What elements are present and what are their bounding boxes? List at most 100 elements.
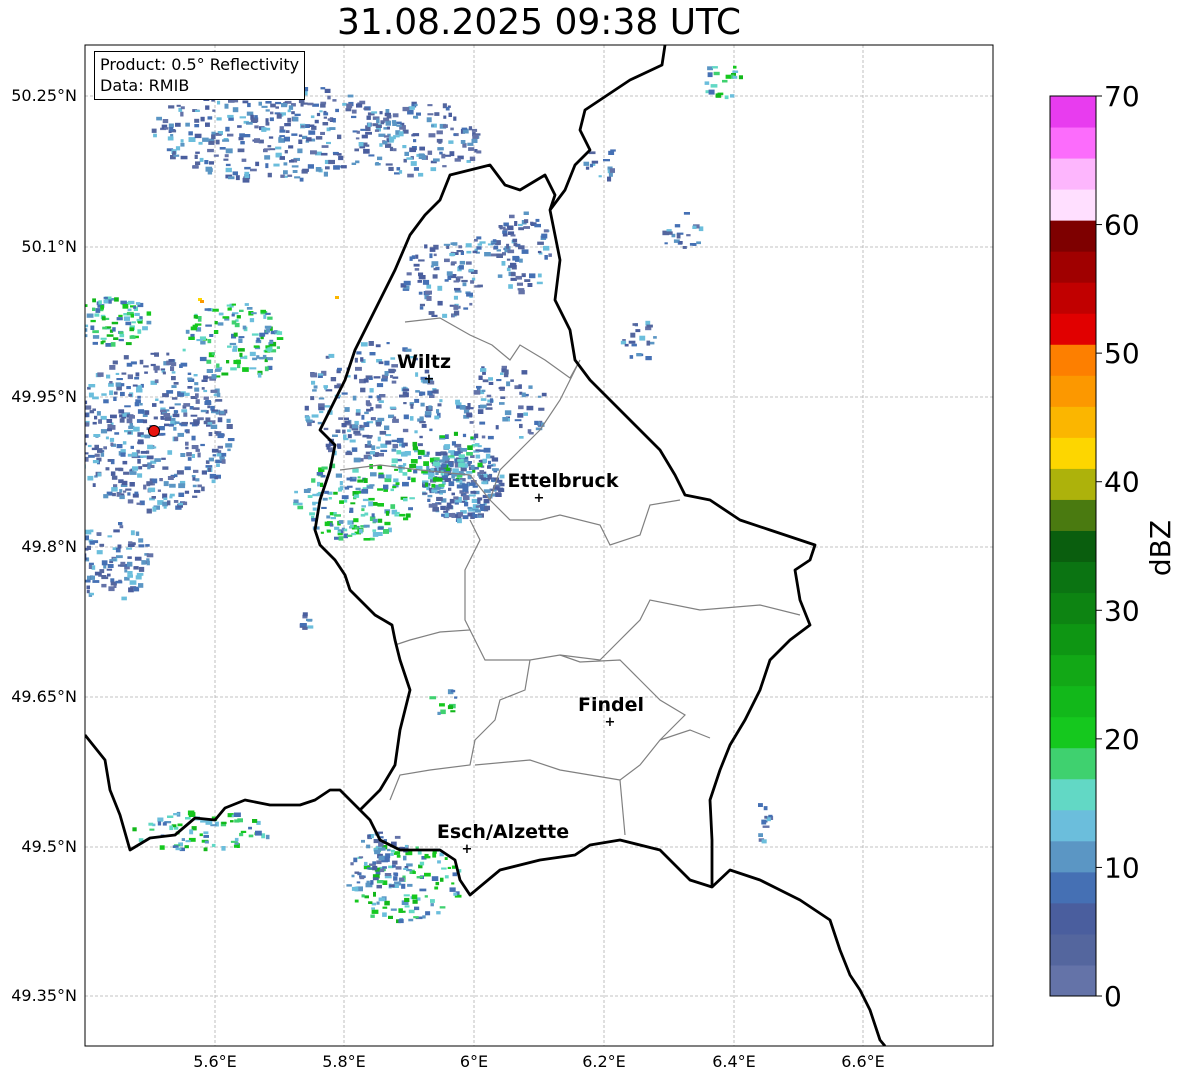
echo-pixel	[129, 327, 134, 332]
echo-pixel	[375, 404, 382, 409]
echo-pixel	[106, 334, 114, 337]
echo-pixel	[361, 134, 368, 139]
echo-pixel	[523, 412, 528, 416]
echo-pixel	[335, 473, 342, 478]
echo-pixel	[321, 152, 328, 156]
echo-pixel	[472, 250, 478, 254]
echo-pixel	[167, 476, 174, 480]
echo-pixel	[200, 443, 205, 447]
echo-pixel	[495, 493, 502, 497]
echo-pixel	[80, 419, 85, 421]
echo-pixel	[132, 384, 138, 387]
lat-tick-label: 50.25°N	[11, 86, 77, 105]
echo-pixel	[501, 261, 506, 266]
echo-pixel	[109, 559, 117, 562]
product-label: Product: 0.5° Reflectivity	[100, 55, 300, 74]
echo-pixel	[451, 492, 455, 496]
echo-pixel	[457, 518, 462, 524]
echo-pixel	[178, 502, 183, 506]
echo-pixel	[493, 245, 499, 250]
echo-pixel	[424, 244, 428, 249]
echo-pixel	[172, 845, 179, 848]
echo-pixel	[383, 484, 389, 490]
echo-pixel	[524, 279, 531, 282]
echo-pixel	[221, 846, 226, 851]
echo-pixel	[485, 453, 491, 459]
echo-pixel	[501, 365, 507, 369]
echo-pixel	[231, 320, 237, 325]
echo-pixel	[338, 536, 344, 541]
echo-pixel	[329, 512, 334, 516]
colorbar-step	[1050, 220, 1096, 252]
echo-pixel	[378, 361, 384, 365]
echo-pixel	[403, 894, 410, 897]
echo-pixel	[137, 458, 141, 464]
echo-pixel	[384, 371, 389, 376]
echo-pixel	[194, 133, 202, 139]
echo-pixel	[391, 136, 396, 140]
echo-pixel	[450, 242, 454, 245]
echo-pixel	[125, 342, 132, 346]
echo-pixel	[307, 102, 314, 106]
echo-pixel	[323, 116, 327, 119]
echo-pixel	[450, 710, 456, 713]
echo-pixel	[544, 255, 548, 260]
echo-pixel	[427, 472, 433, 475]
echo-pixel	[215, 133, 222, 136]
echo-pixel	[210, 424, 218, 429]
echo-pixel	[157, 817, 164, 822]
echo-pixel	[201, 379, 208, 382]
echo-pixel	[173, 410, 179, 414]
echo-pixel	[123, 316, 130, 321]
echo-pixel	[118, 467, 124, 472]
echo-pixel	[88, 564, 92, 569]
echo-pixel	[506, 258, 511, 261]
echo-pixel	[116, 378, 123, 381]
echo-pixel	[206, 369, 213, 373]
echo-pixel	[488, 377, 493, 381]
echo-pixel	[477, 409, 484, 414]
echo-pixel	[631, 343, 637, 347]
echo-pixel	[628, 340, 636, 344]
echo-pixel	[371, 111, 378, 114]
echo-pixel	[275, 106, 279, 109]
echo-pixel	[253, 345, 260, 348]
echo-pixel	[219, 147, 226, 150]
echo-pixel	[211, 479, 216, 484]
echo-pixel	[381, 378, 388, 382]
echo-pixel	[354, 526, 359, 530]
echo-pixel	[344, 420, 350, 424]
echo-pixel	[127, 431, 132, 435]
echo-pixel	[707, 72, 713, 78]
echo-pixel	[319, 110, 323, 113]
echo-pixel	[269, 340, 274, 344]
colorbar-step	[1050, 902, 1096, 935]
echo-pixel	[259, 356, 264, 360]
echo-pixel	[682, 246, 687, 249]
echo-pixel	[396, 167, 401, 171]
colorbar-step	[1050, 685, 1096, 718]
echo-pixel	[323, 112, 329, 116]
echo-pixel	[529, 432, 534, 435]
echo-pixel	[110, 342, 116, 347]
echo-pixel	[185, 840, 191, 843]
echo-pixel	[145, 544, 150, 547]
echo-pixel	[141, 560, 146, 565]
echo-pixel	[85, 324, 89, 328]
echo-pixel	[88, 384, 96, 388]
echo-pixel	[430, 899, 435, 903]
echo-pixel	[287, 109, 291, 113]
echo-pixel	[109, 437, 115, 442]
echo-pixel	[376, 884, 382, 889]
echo-pixel	[92, 460, 99, 464]
echo-pixel	[430, 903, 434, 907]
echo-pixel	[177, 392, 185, 397]
echo-pixel	[195, 109, 200, 112]
echo-pixel	[146, 553, 154, 558]
echo-pixel	[317, 481, 320, 487]
echo-pixel	[732, 70, 739, 73]
echo-pixel	[137, 439, 144, 445]
echo-pixel	[342, 429, 346, 434]
echo-pixel	[427, 104, 433, 107]
echo-pixel	[183, 412, 188, 417]
